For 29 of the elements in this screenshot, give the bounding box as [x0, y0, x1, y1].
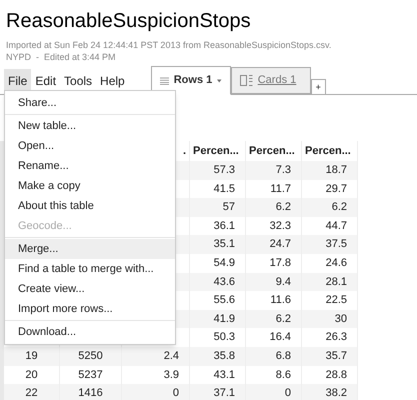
menu-option[interactable]: New table...	[5, 116, 175, 136]
table-cell: 37.1	[190, 384, 246, 400]
menu-option[interactable]: Make a copy	[5, 176, 175, 196]
table-cell: 38.2	[302, 384, 358, 400]
menu-item[interactable]: Edit	[31, 69, 60, 93]
table-cell: 1416	[60, 384, 122, 400]
tab[interactable]: Rows 1	[150, 66, 231, 95]
subtitle-text: NYPD - Edited at 3:44 PM	[6, 52, 117, 63]
table-cell: 0	[122, 384, 190, 400]
menu-item[interactable]: Help	[96, 69, 129, 93]
add-tab-button[interactable]: +	[310, 79, 326, 95]
subtitle-text: Imported at Sun Feb 24 12:44:41 PST 2013 from ReasonableSuspicionStops.csv.	[6, 40, 332, 51]
table-cell: 0	[246, 384, 302, 400]
list-icon	[160, 76, 169, 86]
menu-option[interactable]: About this table	[5, 196, 175, 216]
menu-option[interactable]: Download...	[5, 322, 175, 342]
menu-option[interactable]: Create view...	[5, 279, 175, 299]
menu-option[interactable]: Merge...	[5, 239, 175, 259]
menu-option[interactable]: Share...	[5, 93, 175, 113]
menu-option[interactable]: Open...	[5, 136, 175, 156]
menu-option[interactable]: Import more rows...	[5, 299, 175, 319]
menu-option[interactable]: Rename...	[5, 156, 175, 176]
tab[interactable]: Cards 1	[230, 67, 311, 94]
menu-option[interactable]: Find a table to merge with...	[5, 259, 175, 279]
table-cell: 22	[4, 384, 60, 400]
page-title: ReasonableSuspicionStops	[6, 9, 252, 34]
caret-icon	[217, 78, 222, 82]
menu-item[interactable]: Tools	[60, 69, 96, 93]
cards-icon	[240, 75, 253, 86]
